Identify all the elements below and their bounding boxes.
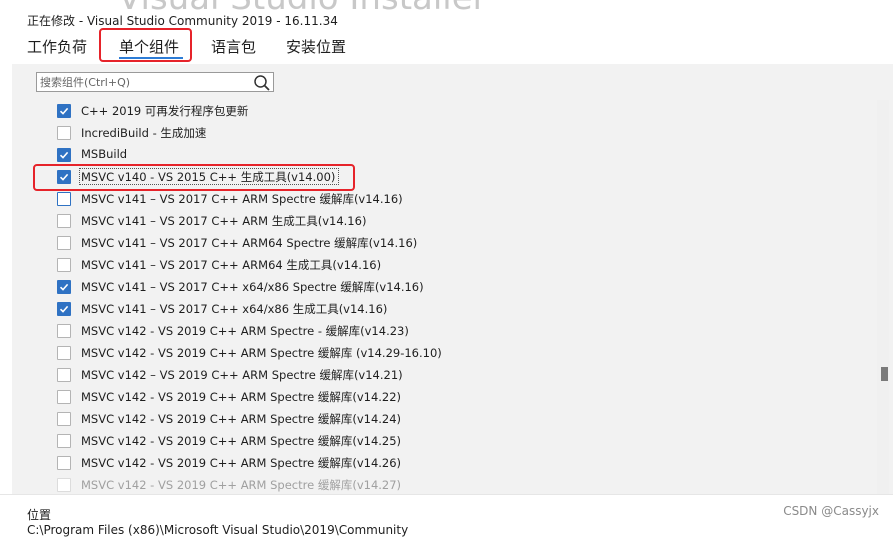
component-item[interactable]: MSVC v141 – VS 2017 C++ ARM64 生成工具(v14.1… <box>57 255 657 275</box>
component-label: MSVC v141 – VS 2017 C++ x64/x86 Spectre … <box>81 280 424 294</box>
component-checkbox[interactable] <box>57 126 71 140</box>
checkmark-icon <box>59 283 69 291</box>
component-label: MSVC v141 – VS 2017 C++ ARM64 Spectre 缓解… <box>81 236 418 250</box>
component-item[interactable]: MSVC v142 - VS 2019 C++ ARM Spectre 缓解库(… <box>57 409 657 429</box>
component-label: MSVC v141 – VS 2017 C++ ARM 生成工具(v14.16) <box>81 214 367 228</box>
component-label: MSVC v142 - VS 2019 C++ ARM Spectre 缓解库(… <box>81 390 402 404</box>
component-item[interactable]: MSVC v141 – VS 2017 C++ ARM Spectre 缓解库(… <box>57 189 657 209</box>
search-box[interactable] <box>36 72 274 92</box>
search-icon[interactable] <box>253 74 271 92</box>
tab-install-location[interactable]: 安装位置 <box>286 36 346 57</box>
component-label: MSVC v141 – VS 2017 C++ ARM64 生成工具(v14.1… <box>81 258 382 272</box>
component-checkbox[interactable] <box>57 192 71 206</box>
component-checkbox[interactable] <box>57 258 71 272</box>
component-label: MSVC v142 - VS 2019 C++ ARM Spectre 缓解库(… <box>81 412 402 426</box>
component-item[interactable]: C++ 2019 可再发行程序包更新 <box>57 101 657 121</box>
component-label: MSVC v142 - VS 2019 C++ ARM Spectre 缓解库(… <box>81 478 402 492</box>
component-checkbox[interactable] <box>57 214 71 228</box>
component-item[interactable]: MSVC v142 - VS 2019 C++ ARM Spectre 缓解库 … <box>57 343 657 363</box>
component-item[interactable]: MSVC v141 – VS 2017 C++ ARM 生成工具(v14.16) <box>57 211 657 231</box>
component-label: IncrediBuild - 生成加速 <box>81 126 207 140</box>
highlight-tab-box <box>99 28 192 62</box>
component-checkbox[interactable] <box>57 302 71 316</box>
component-item[interactable]: MSVC v141 – VS 2017 C++ x64/x86 生成工具(v14… <box>57 299 657 319</box>
component-item[interactable]: MSVC v142 - VS 2019 C++ ARM Spectre 缓解库(… <box>57 453 657 473</box>
component-checkbox[interactable] <box>57 412 71 426</box>
component-checkbox[interactable] <box>57 368 71 382</box>
component-checkbox[interactable] <box>57 324 71 338</box>
component-checkbox[interactable] <box>57 280 71 294</box>
component-label: MSVC v142 – VS 2019 C++ ARM Spectre 缓解库(… <box>81 368 403 382</box>
tab-workloads[interactable]: 工作负荷 <box>27 36 87 57</box>
component-label: MSBuild <box>81 147 128 161</box>
component-item[interactable]: MSBuild <box>57 145 657 165</box>
tab-language-packs[interactable]: 语言包 <box>211 36 256 57</box>
component-label: MSVC v141 – VS 2017 C++ x64/x86 生成工具(v14… <box>81 302 388 316</box>
footer: 位置 C:\Program Files (x86)\Microsoft Visu… <box>0 494 893 537</box>
highlight-msvc-v140-box <box>33 164 355 191</box>
component-item[interactable]: MSVC v142 - VS 2019 C++ ARM Spectre - 缓解… <box>57 321 657 341</box>
checkmark-icon <box>59 151 69 159</box>
component-checkbox[interactable] <box>57 148 71 162</box>
component-item[interactable]: MSVC v142 - VS 2019 C++ ARM Spectre 缓解库(… <box>57 475 657 495</box>
component-label: MSVC v142 - VS 2019 C++ ARM Spectre 缓解库 … <box>81 346 442 360</box>
component-label: MSVC v142 - VS 2019 C++ ARM Spectre - 缓解… <box>81 324 409 338</box>
component-item[interactable]: MSVC v142 – VS 2019 C++ ARM Spectre 缓解库(… <box>57 365 657 385</box>
component-label: MSVC v142 - VS 2019 C++ ARM Spectre 缓解库(… <box>81 434 402 448</box>
modifying-status: 正在修改 - Visual Studio Community 2019 - 16… <box>27 12 338 29</box>
checkmark-icon <box>59 107 69 115</box>
watermark: CSDN @Cassyjx <box>783 504 879 518</box>
component-item[interactable]: MSVC v141 – VS 2017 C++ x64/x86 Spectre … <box>57 277 657 297</box>
component-checkbox[interactable] <box>57 456 71 470</box>
component-item[interactable]: IncrediBuild - 生成加速 <box>57 123 657 143</box>
component-checkbox[interactable] <box>57 236 71 250</box>
search-input[interactable] <box>40 74 245 90</box>
component-item[interactable]: MSVC v142 - VS 2019 C++ ARM Spectre 缓解库(… <box>57 431 657 451</box>
location-label: 位置 <box>27 508 52 522</box>
component-label: MSVC v142 - VS 2019 C++ ARM Spectre 缓解库(… <box>81 456 402 470</box>
component-checkbox[interactable] <box>57 346 71 360</box>
location-path: C:\Program Files (x86)\Microsoft Visual … <box>27 523 409 537</box>
component-item[interactable]: MSVC v142 - VS 2019 C++ ARM Spectre 缓解库(… <box>57 387 657 407</box>
component-item[interactable]: MSVC v141 – VS 2017 C++ ARM64 Spectre 缓解… <box>57 233 657 253</box>
component-checkbox[interactable] <box>57 478 71 492</box>
scrollbar[interactable] <box>877 100 889 494</box>
component-label: C++ 2019 可再发行程序包更新 <box>81 104 249 118</box>
component-checkbox[interactable] <box>57 104 71 118</box>
checkmark-icon <box>59 305 69 313</box>
component-checkbox[interactable] <box>57 390 71 404</box>
scroll-thumb[interactable] <box>881 367 888 381</box>
component-checkbox[interactable] <box>57 434 71 448</box>
component-label: MSVC v141 – VS 2017 C++ ARM Spectre 缓解库(… <box>81 192 403 206</box>
